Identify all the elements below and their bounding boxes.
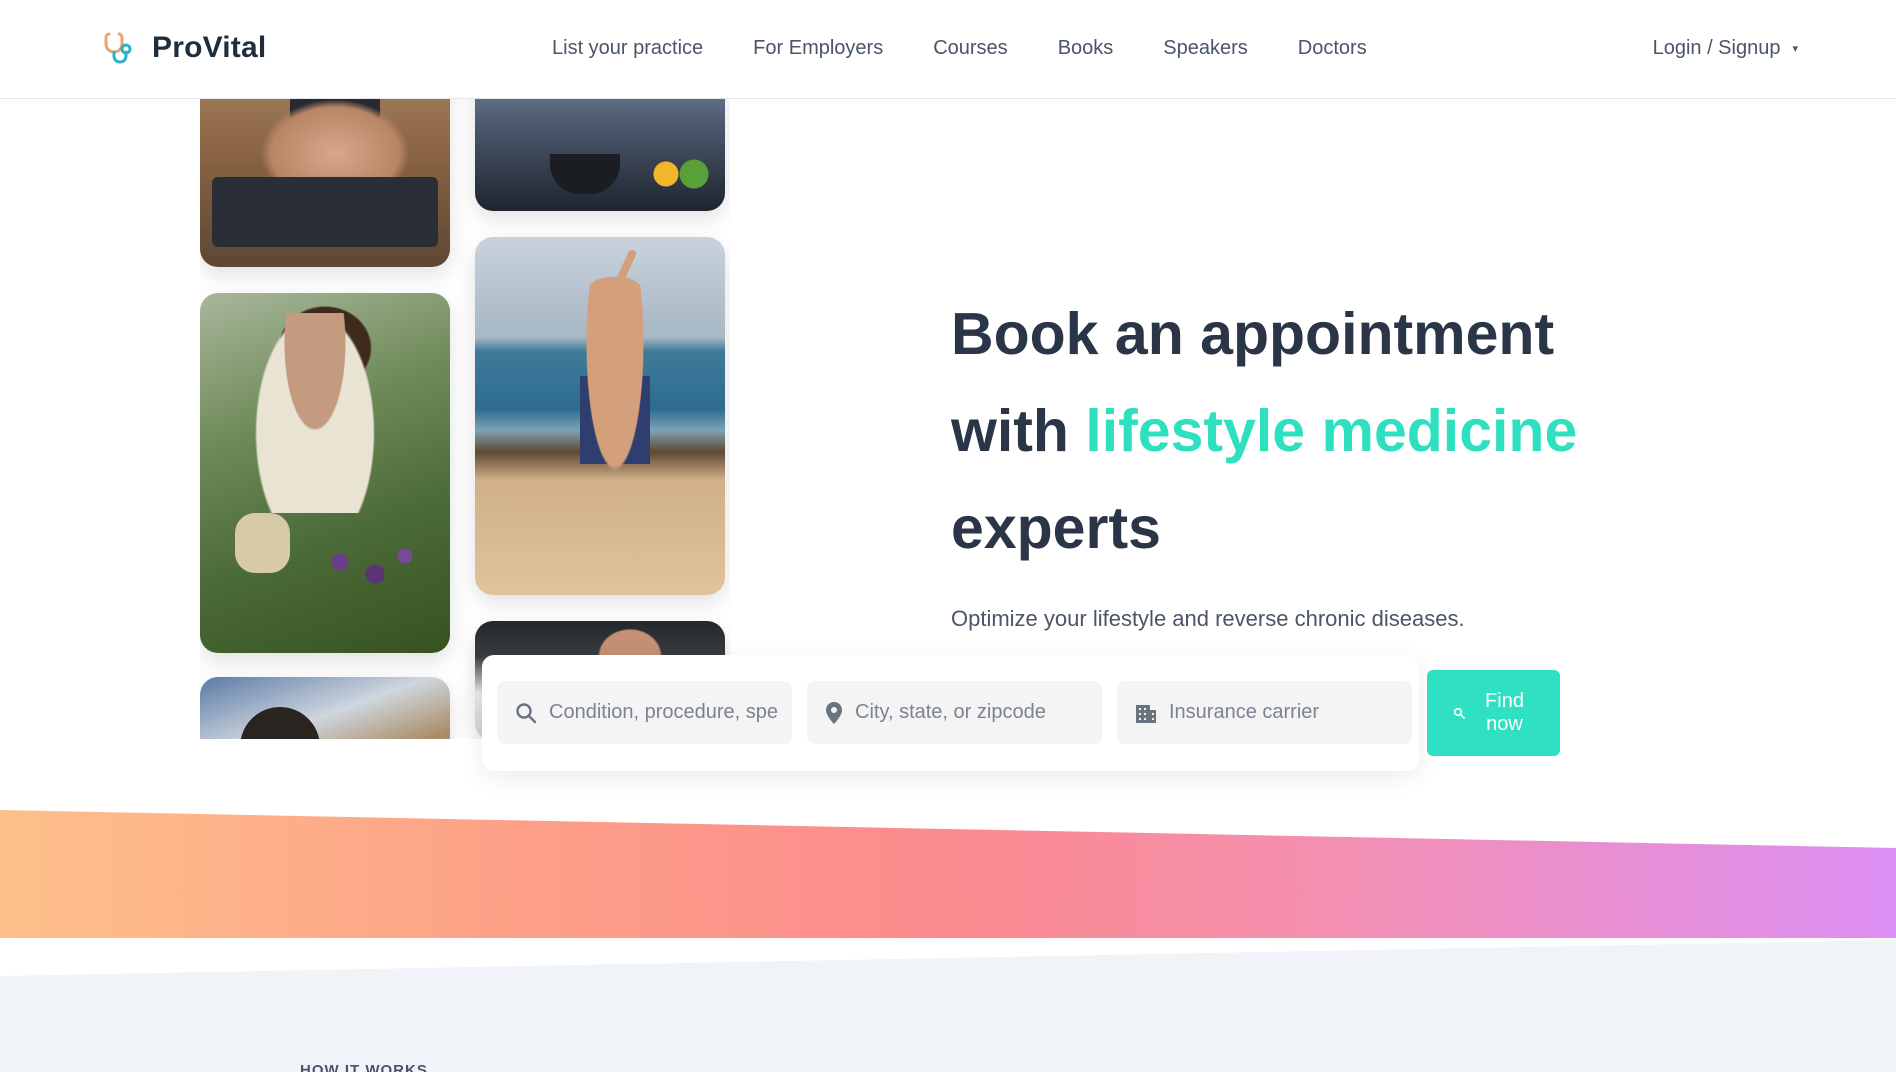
nav-for-employers[interactable]: For Employers xyxy=(753,37,883,60)
building-icon xyxy=(1136,704,1156,723)
main-nav: List your practice For Employers Courses… xyxy=(552,37,1417,60)
login-signup-dropdown[interactable]: Login / Signup ▾ xyxy=(1653,37,1798,60)
nav-list-your-practice[interactable]: List your practice xyxy=(552,37,703,60)
nav-books[interactable]: Books xyxy=(1058,37,1114,60)
find-now-button[interactable]: Find now xyxy=(1427,670,1560,756)
doctor-patient-photo xyxy=(200,677,450,739)
hero-title-accent: lifestyle medicine xyxy=(1085,398,1578,464)
condition-field[interactable] xyxy=(497,681,792,744)
yoga-mat-photo xyxy=(200,99,450,267)
stethoscope-icon xyxy=(104,32,132,64)
hero-subtitle: Optimize your lifestyle and reverse chro… xyxy=(951,606,1465,631)
location-input[interactable] xyxy=(855,701,1085,724)
how-it-works-section xyxy=(0,940,1896,1072)
section-label: HOW IT WORKS xyxy=(300,1062,428,1072)
hero-title: Book an appointment with lifestyle medic… xyxy=(951,286,1711,577)
nav-doctors[interactable]: Doctors xyxy=(1298,37,1367,60)
search-icon xyxy=(1453,707,1465,719)
gradient-band xyxy=(0,810,1896,938)
location-field[interactable] xyxy=(807,681,1102,744)
brand-logo[interactable]: ProVital xyxy=(104,31,266,65)
insurance-input[interactable] xyxy=(1169,701,1399,724)
cooking-photo xyxy=(475,99,725,211)
gardening-photo xyxy=(200,293,450,653)
caret-down-icon: ▾ xyxy=(1792,43,1798,55)
login-signup-label: Login / Signup xyxy=(1652,37,1781,59)
nav-courses[interactable]: Courses xyxy=(933,37,1007,60)
find-now-label: Find now xyxy=(1485,690,1524,735)
top-navbar: ProVital List your practice For Employer… xyxy=(0,0,1896,99)
insurance-field[interactable] xyxy=(1117,681,1412,744)
search-bar xyxy=(482,655,1419,771)
nav-speakers[interactable]: Speakers xyxy=(1163,37,1248,60)
hero-title-line3: experts xyxy=(951,495,1161,561)
location-pin-icon xyxy=(826,701,842,724)
beach-yoga-photo xyxy=(475,237,725,595)
brand-name: ProVital xyxy=(152,31,267,64)
hero-title-line1: Book an appointment xyxy=(951,301,1555,367)
hero-title-with: with xyxy=(951,398,1086,464)
photo-collage xyxy=(200,99,730,739)
search-icon xyxy=(516,702,537,723)
condition-input[interactable] xyxy=(549,701,779,724)
